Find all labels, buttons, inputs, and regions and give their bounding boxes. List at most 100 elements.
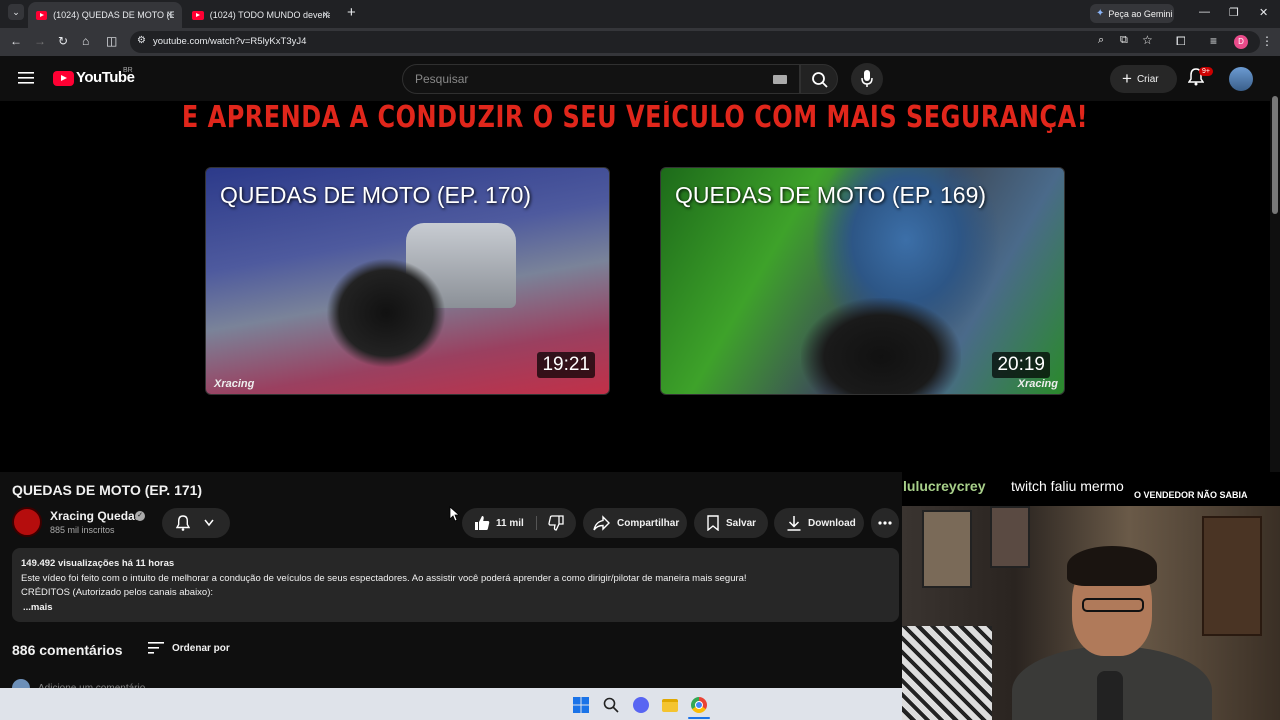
video-banner-text: E APRENDA A CONDUZIR O SEU VEÍCULO COM M… xyxy=(181,101,1089,135)
youtube-favicon-icon xyxy=(192,10,204,20)
download-button[interactable]: Download xyxy=(774,508,864,538)
end-card-title: QUEDAS DE MOTO (EP. 170) xyxy=(220,182,532,208)
youtube-header: YouTube BR Pesquisar + Criar 9+ xyxy=(0,56,1270,101)
like-button[interactable]: 11 mil xyxy=(462,508,536,538)
extensions-icon[interactable]: ⧠ xyxy=(1176,34,1186,49)
chevron-down-icon xyxy=(204,519,214,527)
card-motorcycle-illustration xyxy=(326,258,446,368)
streamer-webcam xyxy=(902,506,1280,720)
description-text: Este vídeo foi feito com o intuito de me… xyxy=(21,572,747,584)
mouse-cursor-icon xyxy=(449,506,459,522)
like-dislike-group: 11 mil xyxy=(462,508,576,538)
search-button[interactable] xyxy=(800,64,838,94)
download-icon xyxy=(787,516,801,531)
close-tab-icon[interactable]: ✕ xyxy=(166,10,174,21)
gemini-icon: ✦ xyxy=(1096,8,1105,19)
profile-avatar[interactable]: D xyxy=(1234,35,1248,49)
microphone-icon xyxy=(861,70,873,87)
like-count: 11 mil xyxy=(496,517,524,529)
sort-comments-button[interactable]: Ordenar por xyxy=(148,642,230,654)
streamer-microphone xyxy=(1097,671,1123,720)
end-card-duration: 19:21 xyxy=(537,352,595,378)
description-box[interactable]: 149.492 visualizações há 11 horas Este v… xyxy=(12,548,899,622)
share-button[interactable]: Compartilhar xyxy=(583,508,687,538)
channel-avatar[interactable] xyxy=(12,507,42,537)
minimize-icon[interactable]: — xyxy=(1199,6,1210,18)
tab-label: (1024) TODO MUNDO deveria xyxy=(209,10,330,20)
share-arrow-icon xyxy=(593,515,610,531)
taskbar-search-icon[interactable] xyxy=(603,697,619,713)
patterned-chair xyxy=(902,626,992,720)
tab-search-button[interactable]: ⌄ xyxy=(8,4,24,20)
chrome-menu-icon[interactable]: ⋮ xyxy=(1261,34,1273,48)
bookmark-star-icon[interactable]: ☆ xyxy=(1142,33,1153,47)
close-tab-icon[interactable]: ✕ xyxy=(322,10,330,21)
save-button[interactable]: Salvar xyxy=(694,508,768,538)
address-bar[interactable]: ⚙ youtube.com/watch?v=R5lyKxT3yJ4 ⌕ ⧉ ☆ xyxy=(130,31,1260,53)
side-panel-icon[interactable]: ◫ xyxy=(106,34,117,48)
subscription-notifications-button[interactable] xyxy=(162,508,230,538)
end-card-video-1[interactable]: QUEDAS DE MOTO (EP. 170) 19:21 Xracing xyxy=(205,167,610,395)
show-more-link[interactable]: ...mais xyxy=(21,601,890,616)
sort-label: Ordenar por xyxy=(172,642,230,654)
wall-poster xyxy=(990,506,1030,568)
thumbs-down-icon xyxy=(548,515,564,531)
keyboard-icon[interactable] xyxy=(773,75,787,84)
chat-message: twitch faliu mermo xyxy=(1011,478,1124,494)
file-explorer-icon[interactable] xyxy=(662,699,678,712)
tab-quedas-de-moto[interactable]: (1024) QUEDAS DE MOTO (EP. ✕ xyxy=(28,2,182,28)
video-player[interactable]: E APRENDA A CONDUZIR O SEU VEÍCULO COM M… xyxy=(0,101,1270,472)
close-window-icon[interactable]: ✕ xyxy=(1259,6,1268,19)
gemini-button[interactable]: ✦ Peça ao Gemini xyxy=(1090,4,1174,23)
hamburger-menu-icon[interactable] xyxy=(18,71,34,85)
active-app-indicator xyxy=(688,717,710,719)
channel-name[interactable]: Xracing Quedas xyxy=(50,509,141,523)
plus-icon: + xyxy=(1122,69,1132,88)
media-controls-icon[interactable]: ≡ xyxy=(1210,34,1217,48)
home-icon[interactable]: ⌂ xyxy=(82,34,89,48)
gemini-label: Peça ao Gemini xyxy=(1108,8,1173,19)
tab-todo-mundo[interactable]: (1024) TODO MUNDO deveria ✕ xyxy=(184,2,338,28)
zoom-icon[interactable]: ⌕ xyxy=(1098,34,1104,47)
download-label: Download xyxy=(808,517,856,529)
save-label: Salvar xyxy=(726,517,757,529)
stream-chat-overlay: lulucreycrey twitch faliu mermo O VENDED… xyxy=(902,472,1280,506)
end-card-brand-logo: Xracing xyxy=(1017,378,1058,390)
forward-icon[interactable]: → xyxy=(34,34,46,48)
scrollbar-thumb[interactable] xyxy=(1272,96,1278,214)
reload-icon[interactable]: ↻ xyxy=(58,34,68,48)
search-placeholder: Pesquisar xyxy=(415,72,469,86)
create-button[interactable]: + Criar xyxy=(1110,65,1177,93)
more-horizontal-icon xyxy=(878,521,892,525)
restore-icon[interactable]: ❐ xyxy=(1229,6,1239,19)
back-icon[interactable]: ← xyxy=(10,34,22,48)
youtube-logo-icon[interactable] xyxy=(53,71,74,86)
region-code: BR xyxy=(123,67,133,74)
windows-taskbar xyxy=(0,688,902,720)
chat-username: lulucreycrey xyxy=(903,478,986,494)
more-actions-button[interactable] xyxy=(871,508,899,538)
dislike-button[interactable] xyxy=(548,515,570,534)
new-tab-icon[interactable]: + xyxy=(347,4,356,21)
windows-start-icon[interactable] xyxy=(573,697,589,713)
youtube-favicon-icon xyxy=(36,10,48,20)
overlay-extra-text: O VENDEDOR NÃO SABIA xyxy=(1134,490,1248,500)
cast-icon[interactable]: ⧉ xyxy=(1120,34,1128,47)
bookmark-icon xyxy=(707,515,719,531)
verified-check-icon: ✓ xyxy=(135,511,145,521)
chrome-icon[interactable] xyxy=(691,697,707,713)
discord-icon[interactable] xyxy=(633,697,649,713)
subscriber-count: 885 mil inscritos xyxy=(50,525,115,535)
voice-search-button[interactable] xyxy=(851,63,883,95)
end-card-duration: 20:19 xyxy=(992,352,1050,378)
wall-poster xyxy=(922,510,972,588)
wall-door xyxy=(1202,516,1262,636)
site-info-icon[interactable]: ⚙ xyxy=(137,35,146,46)
share-label: Compartilhar xyxy=(617,517,680,529)
end-card-video-2[interactable]: QUEDAS DE MOTO (EP. 169) 20:19 Xracing xyxy=(660,167,1065,395)
end-card-brand-logo: Xracing xyxy=(214,378,255,390)
create-label: Criar xyxy=(1136,73,1159,85)
notifications-badge: 9+ xyxy=(1199,67,1213,76)
search-input[interactable]: Pesquisar xyxy=(402,64,800,94)
account-avatar[interactable] xyxy=(1229,67,1253,91)
